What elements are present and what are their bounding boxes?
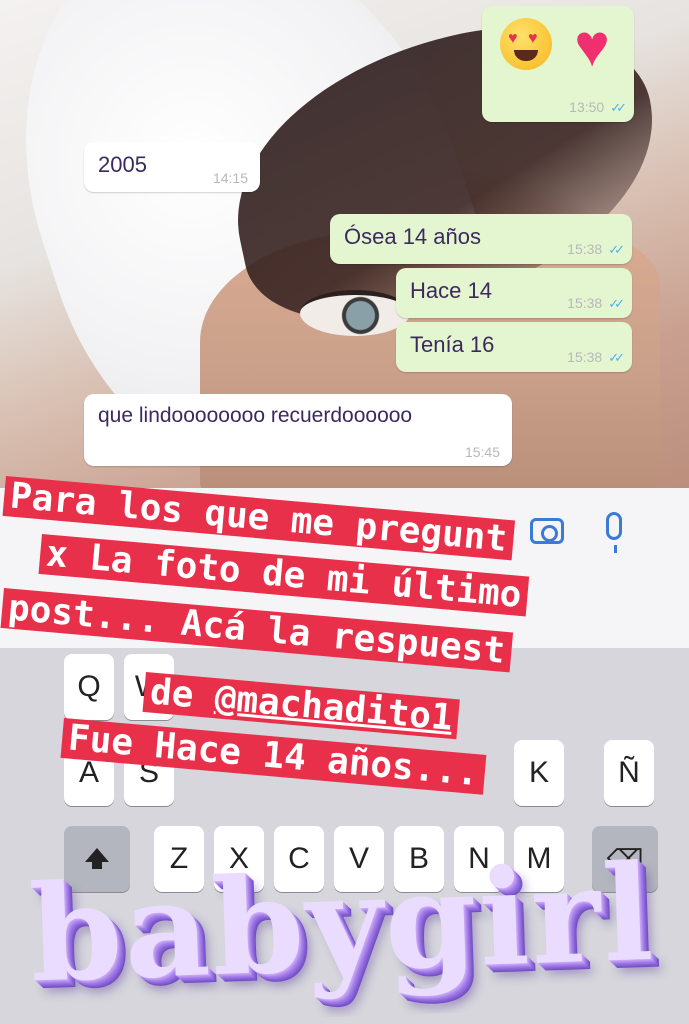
photo-eye bbox=[300, 290, 410, 336]
microphone-icon[interactable] bbox=[606, 512, 622, 553]
read-ticks-icon: ✓✓ bbox=[610, 100, 627, 115]
camera-icon[interactable] bbox=[530, 518, 564, 544]
message-time: 13:50 ✓✓ bbox=[569, 99, 627, 115]
key-k[interactable]: K bbox=[514, 740, 564, 806]
message-bubble-emoji[interactable]: ♥ ♥ ♥ 13:50 ✓✓ bbox=[482, 6, 634, 122]
message-text: que lindoooooooo recuerdoooooo bbox=[98, 404, 413, 427]
read-ticks-icon: ✓✓ bbox=[608, 242, 625, 257]
red-heart-emoji-icon: ♥ bbox=[574, 12, 610, 79]
message-text: 2005 bbox=[98, 152, 147, 177]
message-text: Hace 14 bbox=[410, 278, 492, 303]
read-ticks-icon: ✓✓ bbox=[608, 350, 625, 365]
message-time: 15:38 ✓✓ bbox=[567, 241, 625, 257]
message-time: 15:38 ✓✓ bbox=[567, 349, 625, 365]
heart-eyes-emoji-icon: ♥ ♥ bbox=[500, 18, 552, 70]
message-bubble-incoming[interactable]: que lindoooooooo recuerdoooooo 15:45 bbox=[84, 394, 512, 466]
key-q[interactable]: Q bbox=[64, 654, 114, 720]
message-time: 14:15 bbox=[212, 170, 248, 186]
key-enye[interactable]: Ñ bbox=[604, 740, 654, 806]
message-time: 15:45 bbox=[464, 444, 500, 460]
message-bubble-outgoing[interactable]: Ósea 14 años 15:38 ✓✓ bbox=[330, 214, 632, 264]
message-text: Tenía 16 bbox=[410, 332, 495, 357]
babygirl-sticker: babygirl bbox=[27, 835, 658, 1013]
message-text: Ósea 14 años bbox=[344, 224, 481, 249]
message-time: 15:38 ✓✓ bbox=[567, 295, 625, 311]
message-bubble-outgoing[interactable]: Tenía 16 15:38 ✓✓ bbox=[396, 322, 632, 372]
message-bubble-outgoing[interactable]: Hace 14 15:38 ✓✓ bbox=[396, 268, 632, 318]
message-bubble-incoming[interactable]: 2005 14:15 bbox=[84, 142, 260, 192]
read-ticks-icon: ✓✓ bbox=[608, 296, 625, 311]
